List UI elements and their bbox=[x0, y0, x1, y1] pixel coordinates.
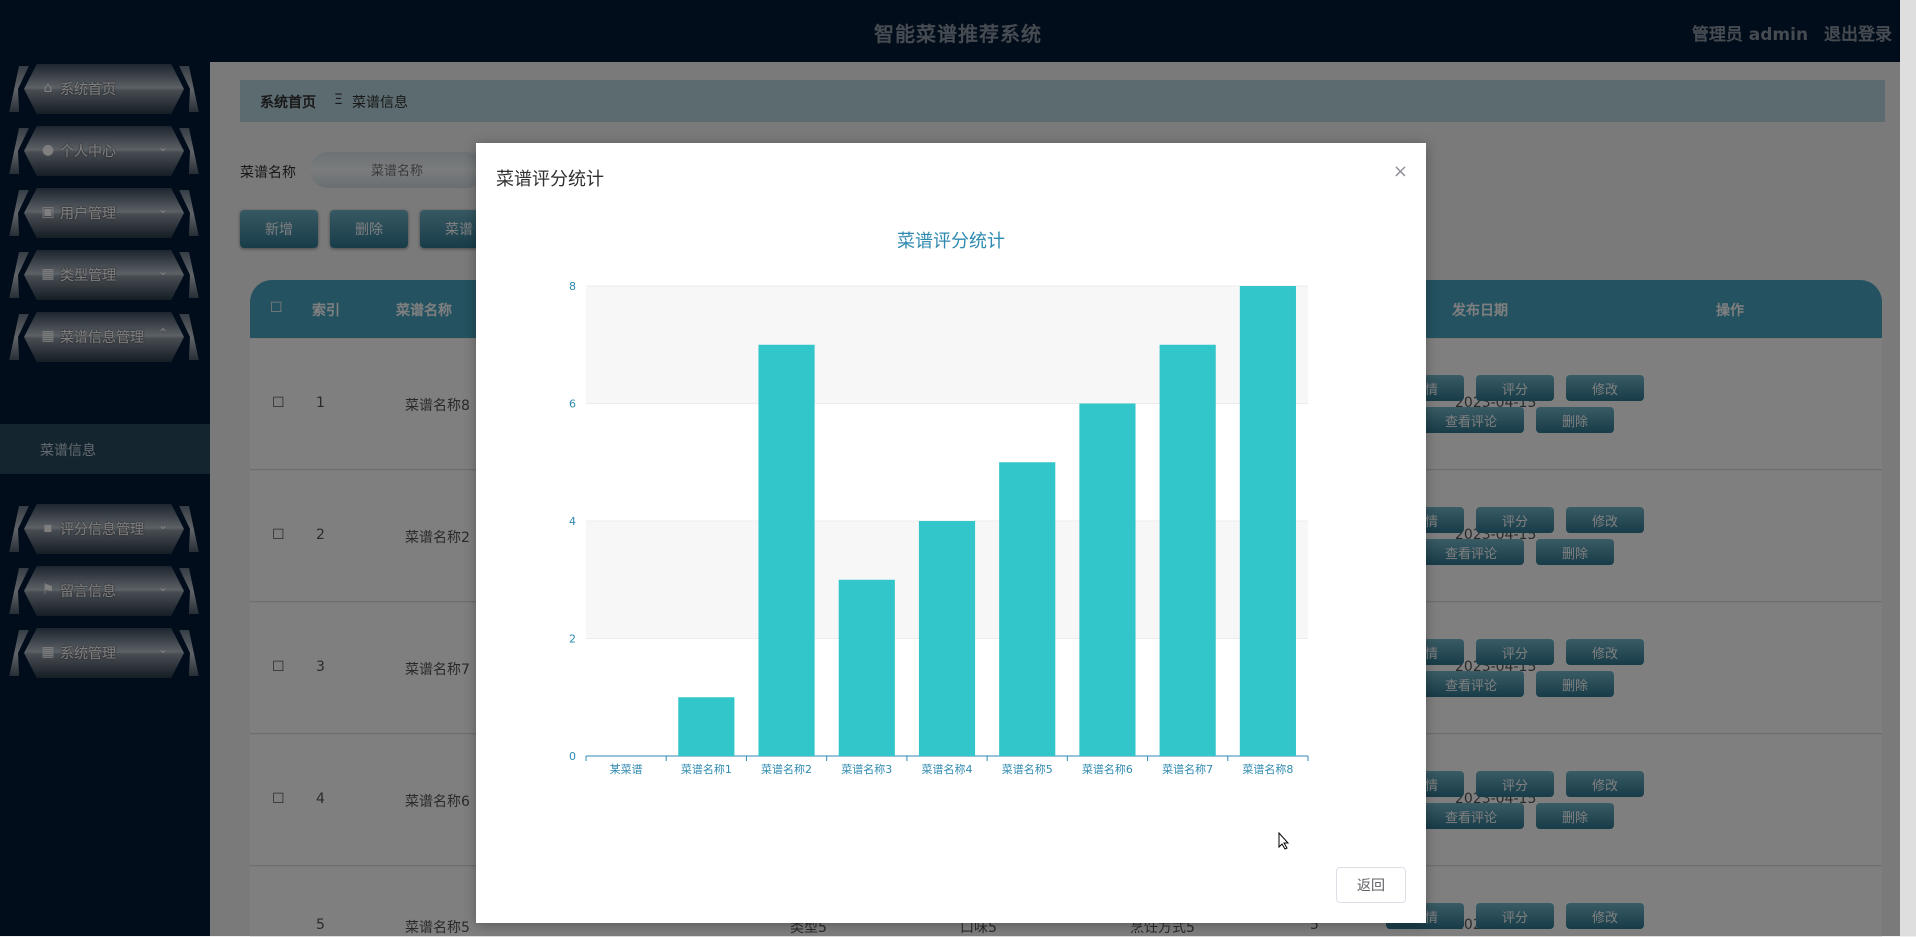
x-tick-label: 菜谱名称1 bbox=[681, 762, 732, 776]
bar bbox=[918, 521, 976, 756]
bar bbox=[1079, 403, 1136, 756]
bar-chart: 0 2 4 6 8 某菜谱 菜谱名称1 菜谱名称2 菜谱名称3 菜谱名称4 菜谱名称5 菜谱名称6 菜谱… bbox=[569, 280, 1309, 776]
bar bbox=[678, 697, 735, 756]
x-tick-label: 菜谱名称6 bbox=[1082, 762, 1133, 776]
mouse-cursor-icon bbox=[1278, 832, 1290, 850]
x-tick-label: 菜谱名称8 bbox=[1242, 762, 1293, 776]
x-tick-label: 菜谱名称4 bbox=[922, 762, 973, 776]
bar bbox=[1159, 344, 1216, 756]
y-tick-label: 4 bbox=[569, 515, 576, 528]
y-tick-label: 8 bbox=[569, 280, 576, 293]
y-tick-label: 6 bbox=[569, 398, 576, 411]
x-tick-label: 菜谱名称2 bbox=[761, 762, 812, 776]
x-tick-label: 菜谱名称5 bbox=[1002, 762, 1053, 776]
x-tick-label: 菜谱名称7 bbox=[1162, 762, 1213, 776]
y-tick-label: 2 bbox=[569, 633, 576, 646]
x-tick-label: 菜谱名称3 bbox=[841, 762, 892, 776]
back-button[interactable]: 返回 bbox=[1336, 867, 1406, 903]
y-tick-label: 0 bbox=[569, 750, 576, 763]
bar bbox=[838, 579, 895, 756]
x-tick-label: 某菜谱 bbox=[610, 762, 643, 776]
scrollbar[interactable] bbox=[1900, 0, 1916, 936]
bar bbox=[758, 344, 815, 756]
bar bbox=[999, 462, 1056, 756]
bar bbox=[1239, 286, 1296, 756]
rating-stats-dialog: 菜谱评分统计 × 菜谱评分统计 0 2 4 6 8 某菜谱 菜谱名称1 菜谱名称2 菜谱名称3 菜… bbox=[476, 143, 1426, 923]
